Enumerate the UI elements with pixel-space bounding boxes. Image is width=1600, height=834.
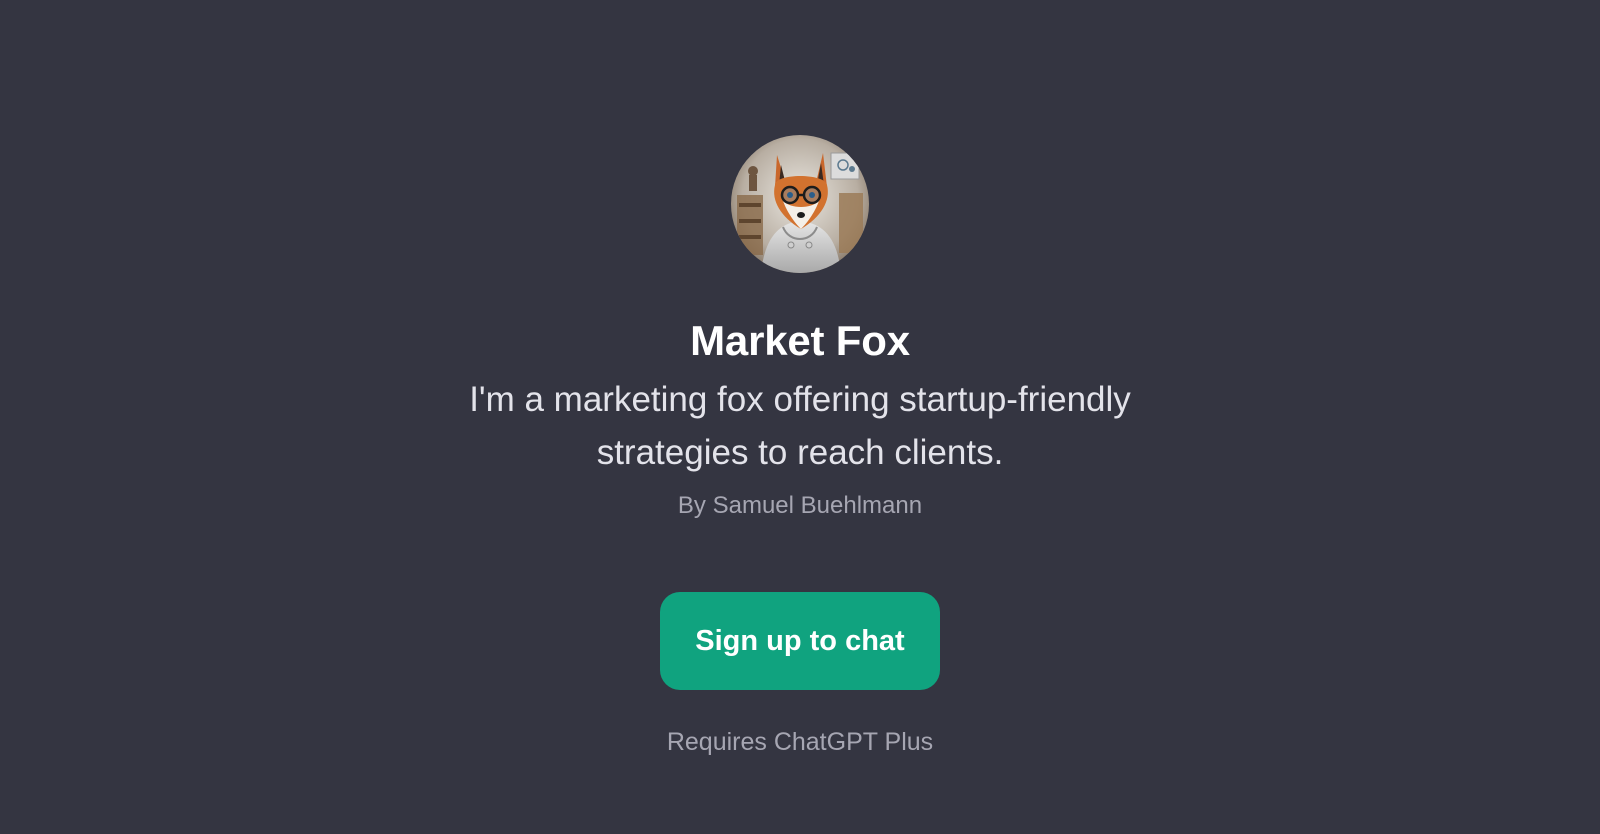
- gpt-landing-page: Market Fox I'm a marketing fox offering …: [0, 0, 1600, 834]
- sign-up-to-chat-button[interactable]: Sign up to chat: [660, 592, 940, 690]
- requires-plus-note: Requires ChatGPT Plus: [666, 728, 934, 756]
- gpt-title: Market Fox: [690, 317, 910, 364]
- gpt-author: By Samuel Buehlmann: [677, 492, 923, 519]
- gpt-avatar: [731, 135, 869, 273]
- gpt-description: I'm a marketing fox offering startup-fri…: [469, 380, 1131, 472]
- fox-avatar-icon: [731, 135, 869, 273]
